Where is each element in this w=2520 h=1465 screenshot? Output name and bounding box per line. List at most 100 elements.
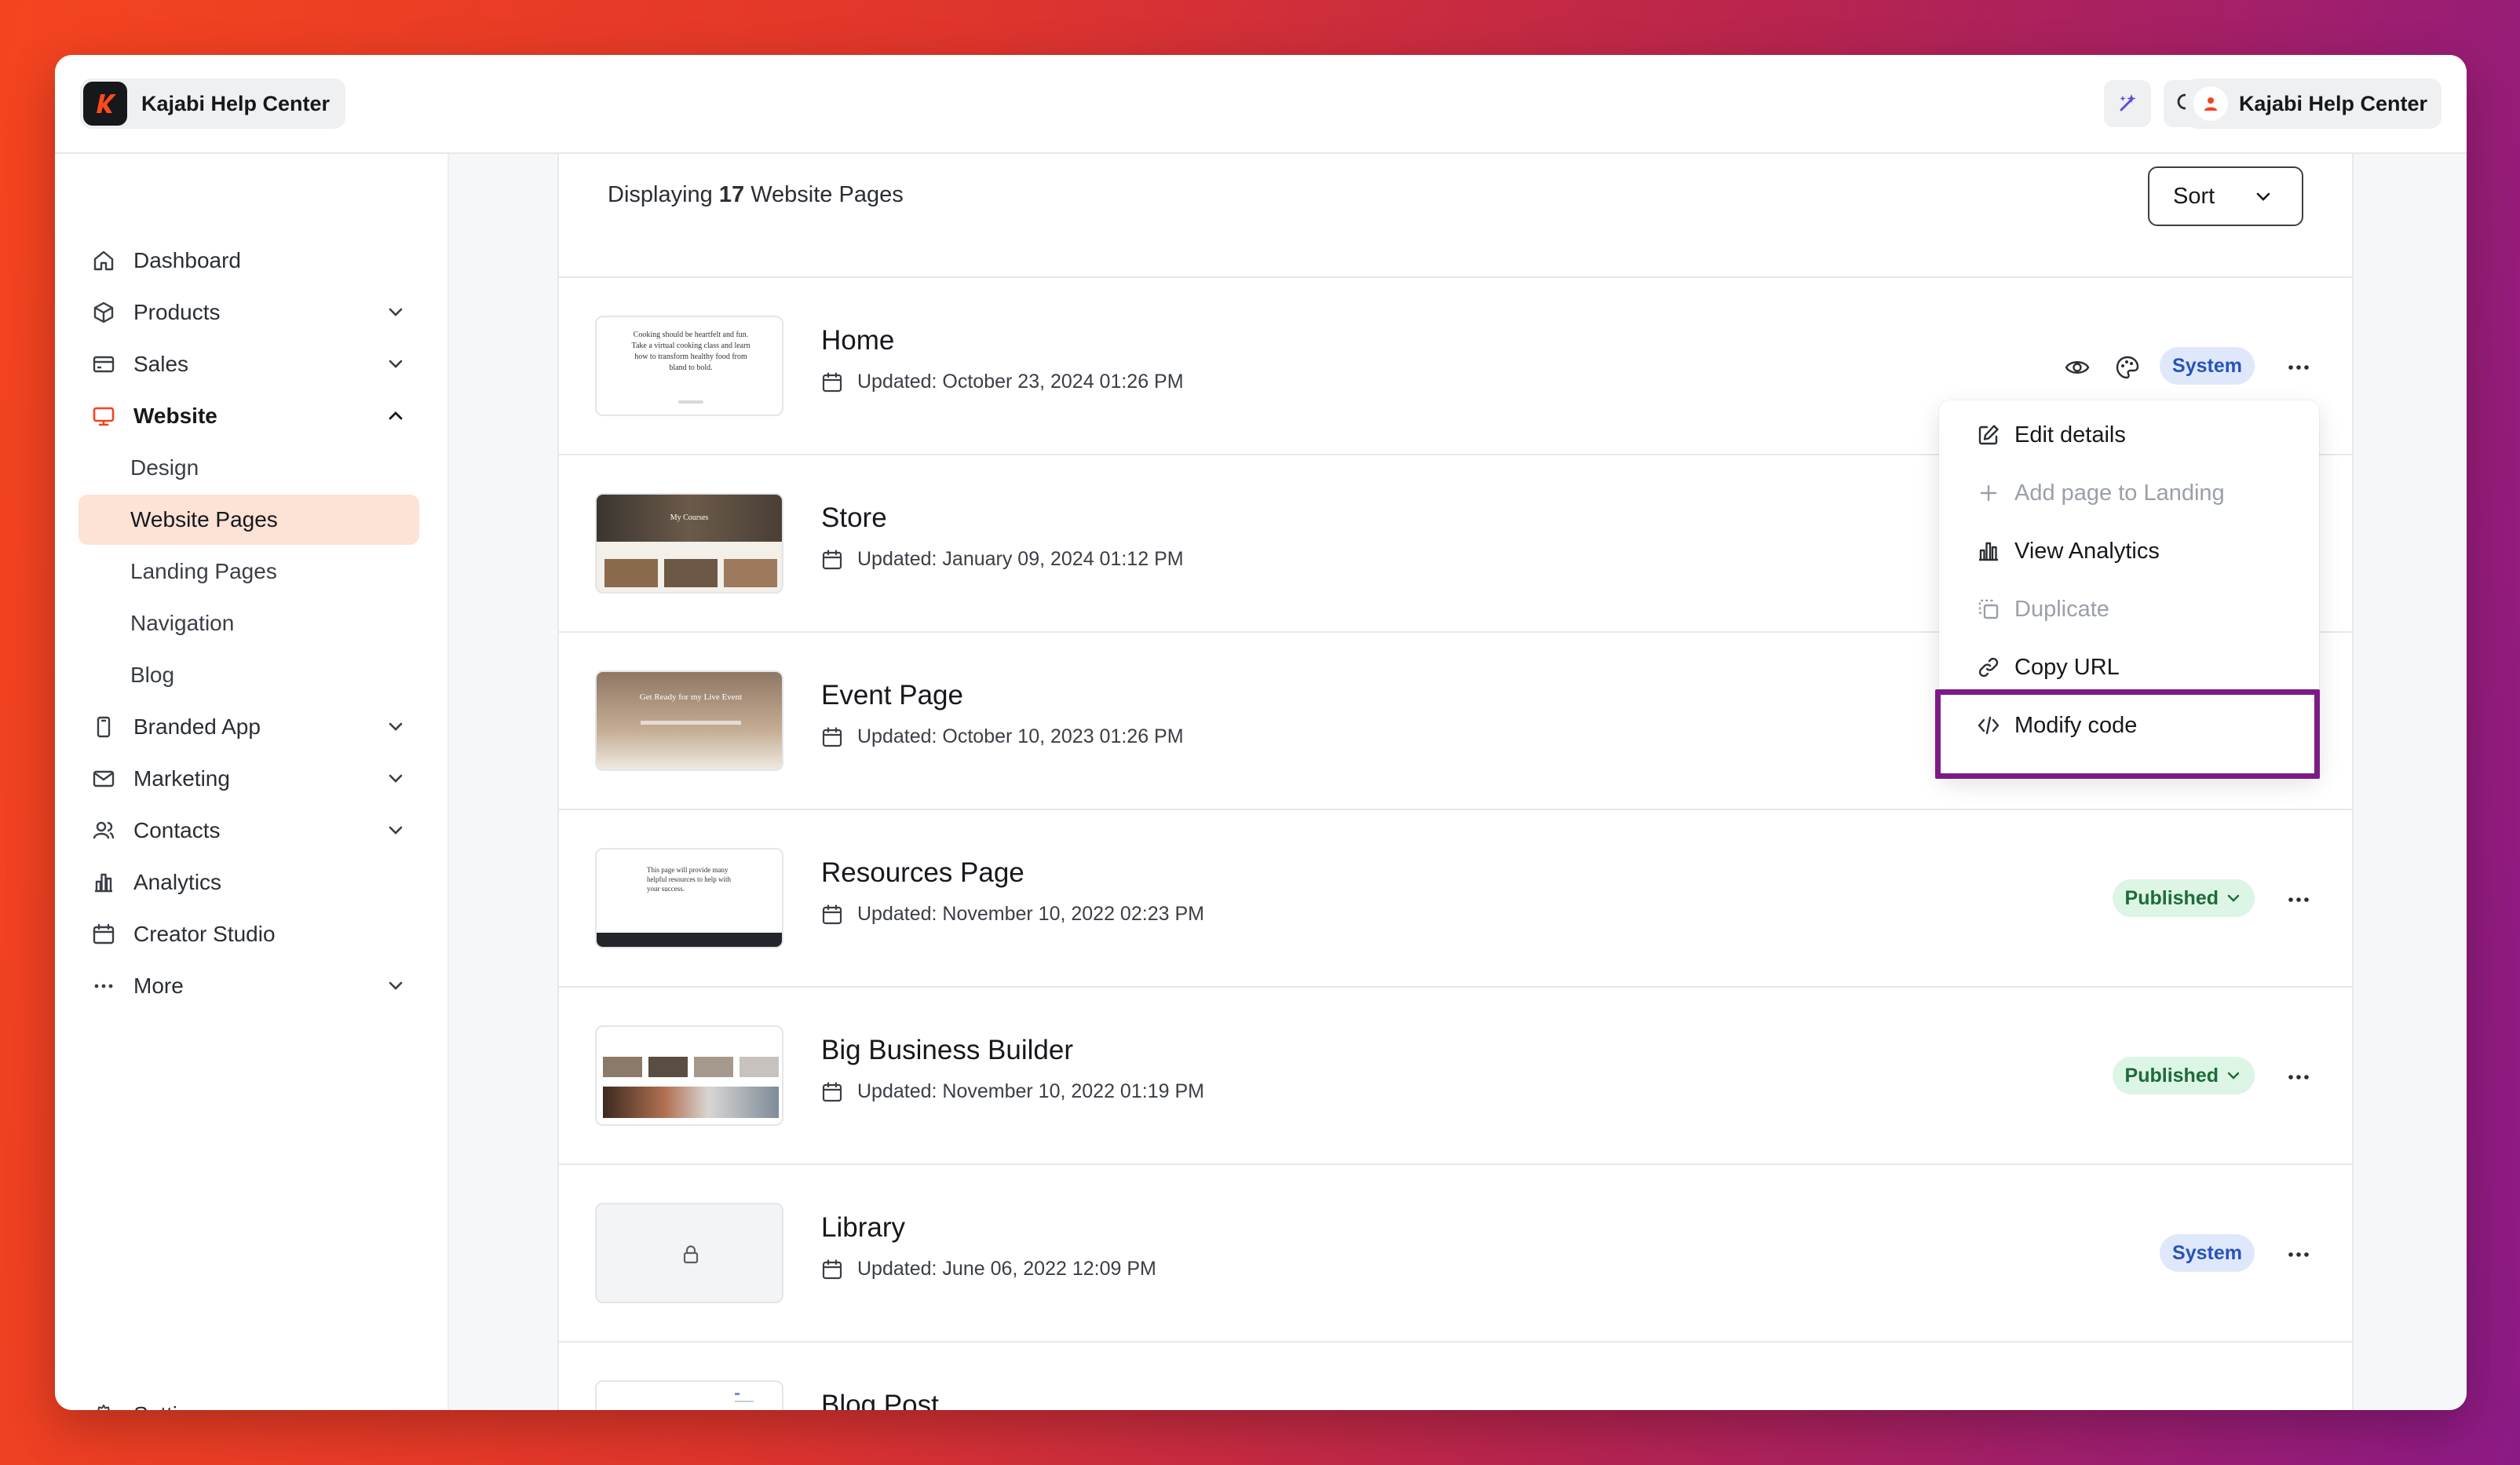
page-title[interactable]: Store: [821, 502, 887, 534]
chevron-down-icon: [389, 308, 403, 316]
monitor-icon: [89, 402, 118, 430]
calendar-icon: [822, 549, 842, 569]
sidebar-item-products[interactable]: Products: [79, 287, 419, 338]
calendar-icon: [822, 371, 842, 392]
brand-switcher[interactable]: Kajabi Help Center: [80, 79, 346, 129]
analytics-icon: [1975, 538, 2002, 564]
palette-icon: [2116, 356, 2139, 379]
more-options-button[interactable]: [2283, 1061, 2314, 1093]
mail-icon: [89, 765, 118, 793]
page-thumbnail[interactable]: Cooking should be heartfelt and fun. Tak…: [595, 316, 783, 416]
updated-date: Updated: November 10, 2022 01:19 PM: [821, 1080, 1204, 1103]
thumbnail-caption: Get Ready for my Live Event: [639, 692, 743, 702]
kajabi-logo-icon: [83, 82, 127, 126]
dots-icon: [89, 972, 118, 1000]
page-thumbnail[interactable]: This page will provide many helpful reso…: [595, 848, 783, 948]
more-horizontal-icon: [2288, 897, 2309, 902]
calendar-icon: [89, 920, 118, 948]
sidebar-subitem-design[interactable]: Design: [79, 443, 419, 493]
page-title[interactable]: Event Page: [821, 680, 963, 711]
thumbnail-caption: My Courses: [670, 513, 709, 522]
user-icon: [2204, 97, 2217, 111]
page-thumbnail[interactable]: [595, 1203, 783, 1303]
page-title[interactable]: Library: [821, 1212, 905, 1244]
eye-icon: [2065, 361, 2090, 374]
sidebar-item-more[interactable]: More: [79, 961, 419, 1011]
page-title[interactable]: Home: [821, 325, 894, 356]
table-row[interactable]: This page will provide many helpful reso…: [559, 810, 2352, 988]
more-options-button[interactable]: [2283, 352, 2314, 383]
sidebar-item-marketing[interactable]: Marketing: [79, 754, 419, 804]
chevron-down-icon: [389, 826, 403, 835]
table-row[interactable]: Library Updated: June 06, 2022 12:09 PM …: [559, 1165, 2352, 1343]
more-horizontal-icon: [2288, 365, 2309, 370]
menu-item-copy-url[interactable]: Copy URL: [1939, 638, 2319, 697]
page-count-text: Displaying 17 Website Pages: [608, 182, 904, 207]
sidebar-item-dashboard[interactable]: Dashboard: [79, 236, 419, 286]
more-horizontal-icon: [2288, 1075, 2309, 1080]
status-badge[interactable]: Published: [2112, 879, 2255, 917]
menu-item-edit-details[interactable]: Edit details: [1939, 405, 2319, 465]
brand-name: Kajabi Help Center: [141, 91, 331, 115]
sidebar-item-settings[interactable]: Settings: [79, 1390, 419, 1410]
page-title[interactable]: Resources Page: [821, 857, 1024, 889]
plus-icon: [1975, 480, 2002, 506]
ai-assistant-button[interactable]: [2104, 80, 2151, 127]
bar-chart-icon: [89, 868, 118, 897]
chevron-down-icon: [389, 360, 403, 368]
calendar-icon: [822, 1081, 842, 1101]
page-title[interactable]: Blog Post: [821, 1390, 939, 1410]
card-icon: [89, 350, 118, 378]
menu-item-add-page-to-landing[interactable]: Add page to Landing: [1939, 463, 2319, 523]
status-badge: System: [2160, 1234, 2255, 1272]
sidebar-item-creator-studio[interactable]: Creator Studio: [79, 909, 419, 959]
menu-item-view-analytics[interactable]: View Analytics: [1939, 521, 2319, 581]
account-name: Kajabi Help Center: [2238, 91, 2427, 115]
page-thumbnail[interactable]: [595, 1025, 783, 1126]
chevron-down-icon: [389, 981, 403, 990]
more-options-button[interactable]: [2283, 1239, 2314, 1270]
sidebar-item-analytics[interactable]: Analytics: [79, 857, 419, 908]
customize-button[interactable]: [2112, 352, 2143, 383]
sidebar-item-sales[interactable]: Sales: [79, 339, 419, 389]
users-icon: [89, 817, 118, 845]
menu-item-duplicate[interactable]: Duplicate: [1939, 579, 2319, 639]
sidebar-item-contacts[interactable]: Contacts: [79, 806, 419, 856]
updated-date: Updated: January 09, 2024 01:12 PM: [821, 548, 1184, 571]
chevron-down-icon: [2227, 1072, 2240, 1080]
table-row[interactable]: Blog Post: [559, 1343, 2352, 1410]
top-bar: Kajabi Help Center Kajabi Help Center: [55, 55, 2467, 154]
preview-button[interactable]: [2062, 352, 2093, 383]
sidebar-subitem-navigation[interactable]: Navigation: [79, 598, 419, 648]
gear-icon: [89, 1401, 118, 1410]
table-row[interactable]: Big Business Builder Updated: November 1…: [559, 988, 2352, 1165]
lock-icon: [683, 1245, 699, 1264]
calendar-icon: [822, 904, 842, 924]
more-horizontal-icon: [2288, 1252, 2309, 1257]
page-thumbnail[interactable]: [595, 1380, 783, 1410]
thumbnail-caption: Cooking should be heartfelt and fun. Tak…: [631, 331, 751, 372]
page-thumbnail[interactable]: My Courses: [595, 493, 783, 594]
updated-date: Updated: October 23, 2024 01:26 PM: [821, 371, 1184, 393]
sidebar: Dashboard Products Sales Website Design: [55, 154, 449, 1410]
sidebar-subitem-landing-pages[interactable]: Landing Pages: [79, 546, 419, 597]
updated-date: Updated: October 10, 2023 01:26 PM: [821, 725, 1184, 748]
status-badge[interactable]: Published: [2112, 1057, 2255, 1094]
sort-dropdown[interactable]: Sort: [2148, 166, 2303, 226]
app-window: Kajabi Help Center Kajabi Help Center Da…: [55, 55, 2467, 1410]
chevron-down-icon: [389, 722, 403, 731]
sidebar-subitem-website-pages[interactable]: Website Pages: [79, 495, 419, 545]
calendar-icon: [822, 1259, 842, 1279]
chevron-up-icon: [389, 411, 403, 420]
avatar: [2193, 86, 2228, 121]
main-content: Displaying 17 Website Pages Sort Cooking…: [449, 154, 2467, 1410]
status-badge: System: [2160, 347, 2255, 385]
more-options-button[interactable]: [2283, 884, 2314, 915]
page-thumbnail[interactable]: Get Ready for my Live Event: [595, 670, 783, 771]
sidebar-item-branded-app[interactable]: Branded App: [79, 702, 419, 752]
page-title[interactable]: Big Business Builder: [821, 1035, 1073, 1066]
sidebar-item-website[interactable]: Website: [79, 391, 419, 441]
phone-icon: [89, 713, 118, 741]
account-menu[interactable]: Kajabi Help Center: [2185, 79, 2441, 129]
sidebar-subitem-blog[interactable]: Blog: [79, 650, 419, 700]
